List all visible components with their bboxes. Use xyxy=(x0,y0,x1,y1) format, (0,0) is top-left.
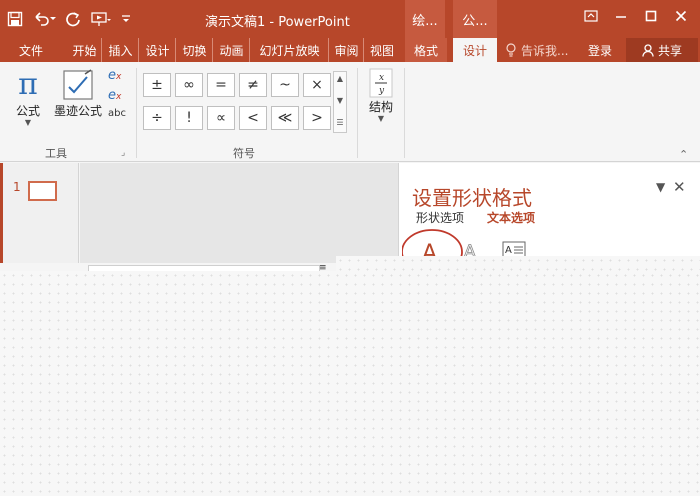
tab-format[interactable]: 格式 xyxy=(405,38,447,62)
svg-text:y: y xyxy=(378,86,385,96)
undo-icon xyxy=(35,12,56,26)
dropdown-arrow-icon: ▼ xyxy=(377,114,385,123)
scroll-up-icon[interactable]: ▲ xyxy=(334,74,346,83)
slide-thumbnail-pane xyxy=(3,163,79,263)
ink-equation-icon xyxy=(63,69,93,100)
symbol-tilde[interactable]: ~ xyxy=(271,73,299,97)
maximize-icon xyxy=(645,10,657,22)
fraction-icon: xy xyxy=(369,68,393,98)
tab-insert[interactable]: 插入 xyxy=(103,38,139,62)
equation-options-stack: ex ex abc xyxy=(108,68,130,124)
ribbon-options-icon xyxy=(584,10,598,22)
close-icon xyxy=(675,10,687,22)
save-button[interactable] xyxy=(2,4,28,34)
context-group-drawing: 绘... xyxy=(405,0,445,38)
symbol-plus-minus[interactable]: ± xyxy=(143,73,171,97)
symbol-infinity[interactable]: ∞ xyxy=(175,73,203,97)
share-label: 共享 xyxy=(657,43,682,58)
pi-icon: π xyxy=(18,67,38,102)
context-group-equation: 公... xyxy=(453,0,497,38)
maximize-button[interactable] xyxy=(634,0,668,32)
symbol-equals[interactable]: = xyxy=(207,73,235,97)
tab-file[interactable]: 文件 xyxy=(8,38,54,62)
slideshow-icon xyxy=(91,12,111,26)
svg-text:x: x xyxy=(379,73,384,83)
linear-format-icon[interactable]: ex xyxy=(108,68,130,88)
ribbon-tab-bar: 文件 开始 插入 设计 切换 动画 幻灯片放映 审阅 视图 格式 设计 告诉我.… xyxy=(0,38,700,62)
window-title: 演示文稿1 - PowerPoint xyxy=(205,15,350,30)
scroll-down-icon[interactable]: ▼ xyxy=(334,96,346,105)
symbol-gallery: ± ∞ = ≠ ~ × ÷ ! ∝ < ≪ > xyxy=(143,73,331,131)
blank-area xyxy=(0,271,700,496)
dialog-launcher-icon[interactable]: ⌟ xyxy=(121,148,125,158)
symbol-divide[interactable]: ÷ xyxy=(143,106,171,130)
text-options-tab[interactable]: 文本选项 xyxy=(487,209,535,226)
dropdown-icon xyxy=(122,15,130,22)
group-separator xyxy=(136,68,137,158)
group-separator xyxy=(357,68,358,158)
tell-me-search[interactable]: 告诉我... xyxy=(505,38,568,62)
lightbulb-icon xyxy=(506,43,516,57)
save-icon xyxy=(7,11,23,27)
format-pane-title: 设置形状格式 xyxy=(412,186,532,210)
symbol-gallery-scroll[interactable]: ▲ ▼ ☰ xyxy=(333,71,347,133)
equation-button[interactable]: π 公式 ▼ xyxy=(10,68,46,127)
dropdown-arrow-icon: ▼ xyxy=(24,118,32,127)
symbol-times[interactable]: × xyxy=(303,73,331,97)
slide-editor xyxy=(80,163,398,263)
tab-animations[interactable]: 动画 xyxy=(214,38,250,62)
symbol-greater-than[interactable]: > xyxy=(303,106,331,130)
pane-close-icon[interactable]: ✕ xyxy=(673,178,686,196)
minimize-icon xyxy=(616,16,626,18)
tell-me-label: 告诉我... xyxy=(521,43,569,58)
undo-button[interactable] xyxy=(28,4,60,34)
sign-in-link[interactable]: 登录 xyxy=(588,38,612,62)
tab-home[interactable]: 开始 xyxy=(68,38,102,62)
share-button[interactable]: 共享 xyxy=(626,38,698,62)
tab-transitions[interactable]: 切换 xyxy=(177,38,213,62)
user-icon xyxy=(642,43,654,57)
ink-equation-label: 墨迹公式 xyxy=(53,104,102,118)
tab-review[interactable]: 审阅 xyxy=(330,38,364,62)
collapse-ribbon-icon[interactable]: ⌃ xyxy=(679,148,688,161)
structures-button[interactable]: xy 结构 ▼ xyxy=(366,68,396,123)
blank-area xyxy=(336,256,700,272)
slide-thumbnail[interactable] xyxy=(28,181,57,201)
ribbon-display-options-button[interactable] xyxy=(574,0,608,32)
professional-format-icon[interactable]: ex xyxy=(108,88,130,108)
close-button[interactable] xyxy=(664,0,698,32)
ribbon: π 公式 ▼ 墨迹公式 ex ex abc 工具 ⌟ 符号 xy 结构 ▼ ⌃ xyxy=(0,62,700,162)
slide-number: 1 xyxy=(13,180,21,194)
symbols-group-label: 符号 xyxy=(233,147,255,160)
customize-qat-button[interactable] xyxy=(116,4,136,34)
ink-equation-button[interactable]: 墨迹公式 xyxy=(51,68,105,119)
group-separator xyxy=(404,68,405,158)
symbol-not-equal[interactable]: ≠ xyxy=(239,73,267,97)
equation-label: 公式 xyxy=(15,104,40,118)
redo-button[interactable] xyxy=(60,4,86,34)
tools-group-label: 工具 xyxy=(45,147,67,160)
svg-text:A: A xyxy=(505,245,512,256)
title-bar: 演示文稿1 - PowerPoint 绘... 公... xyxy=(0,0,700,38)
structures-label: 结构 xyxy=(368,100,393,114)
tab-equation-design[interactable]: 设计 xyxy=(453,38,497,62)
tab-slideshow[interactable]: 幻灯片放映 xyxy=(251,38,329,62)
tab-design[interactable]: 设计 xyxy=(140,38,176,62)
symbol-much-less-than[interactable]: ≪ xyxy=(271,106,299,130)
start-from-beginning-button[interactable] xyxy=(86,4,116,34)
quick-access-toolbar xyxy=(2,0,136,38)
shape-options-tab[interactable]: 形状选项 xyxy=(416,209,464,226)
powerpoint-window: 演示文稿1 - PowerPoint 绘... 公... 文件 开始 插入 设计… xyxy=(0,0,700,496)
gallery-more-icon[interactable]: ☰ xyxy=(334,118,346,127)
normal-text-button[interactable]: abc xyxy=(108,108,130,124)
redo-icon xyxy=(66,12,80,27)
symbol-proportional[interactable]: ∝ xyxy=(207,106,235,130)
symbol-factorial[interactable]: ! xyxy=(175,106,203,130)
tab-view[interactable]: 视图 xyxy=(365,38,399,62)
pane-options-icon[interactable]: ▼ xyxy=(656,180,665,194)
symbol-less-than[interactable]: < xyxy=(239,106,267,130)
minimize-button[interactable] xyxy=(604,0,638,32)
